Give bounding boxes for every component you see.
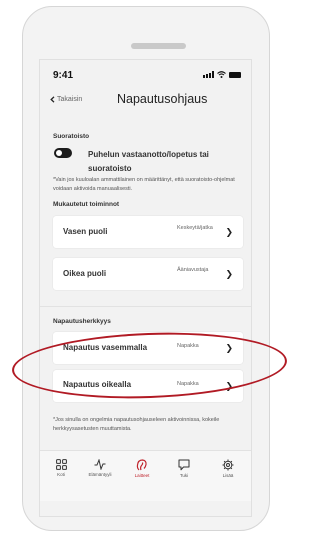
app-screen: 9:41 Takaisin Napautusohjaus Suoratoisto… [39,59,252,517]
navigation-bar: Takaisin Napautusohjaus [40,90,251,114]
back-label: Takaisin [57,96,83,103]
section-label-streaming: Suoratoisto [53,133,90,140]
tab-devices-label: Laitteet [134,473,150,478]
custom-action-right-value: Ääniavustaja [177,267,209,273]
signal-icon [203,71,214,78]
streaming-note: *Vain jos kuuloalan ammattilainen on mää… [53,177,235,192]
activity-icon [94,459,106,470]
sensitivity-note: *Jos sinulla on ongelmia napautusohjause… [53,417,220,432]
wifi-icon [217,71,226,78]
page-title: Napautusohjaus [117,92,208,106]
battery-icon [229,71,241,78]
custom-action-left[interactable]: Vasen puoli Keskeytä/jatka ❯ [53,216,243,248]
section-label-sensitivity: Napautusherkkyys [53,318,111,325]
chevron-right-icon: ❯ [225,269,233,279]
streaming-toggle[interactable] [54,148,72,158]
back-button[interactable]: Takaisin [50,96,82,103]
chat-bubble-icon [178,459,190,471]
section-label-custom-actions: Mukautetut toiminnot [53,201,120,208]
tab-more-label: Lisää [222,473,234,478]
tab-home-label: Koti [57,472,65,477]
chevron-left-icon [50,96,55,103]
tab-bar: Koti Elämäntyyli Laitteet Tuki Lisää [40,450,251,501]
tab-lifestyle[interactable]: Elämäntyyli [82,459,118,477]
tab-more[interactable]: Lisää [210,459,246,478]
gear-icon [222,459,234,471]
home-grid-icon [55,459,67,470]
tab-home[interactable]: Koti [43,459,79,477]
phone-speaker [131,43,186,49]
hearing-aid-icon [136,459,147,471]
section-divider [40,306,251,307]
custom-action-right-label: Oikea puoli [63,269,107,278]
streaming-toggle-label: Puhelun vastaanotto/lopetus tai suoratoi… [88,150,209,173]
system-icons [203,71,241,78]
tab-support[interactable]: Tuki [166,459,202,478]
chevron-right-icon: ❯ [225,227,233,237]
status-bar: 9:41 [40,60,251,82]
custom-action-right[interactable]: Oikea puoli Ääniavustaja ❯ [53,258,243,290]
tab-lifestyle-label: Elämäntyyli [88,472,112,477]
custom-action-left-label: Vasen puoli [63,227,108,236]
tab-devices[interactable]: Laitteet [124,459,160,478]
custom-action-left-value: Keskeytä/jatka [177,225,213,231]
status-time: 9:41 [53,70,74,81]
tab-support-label: Tuki [179,473,189,478]
